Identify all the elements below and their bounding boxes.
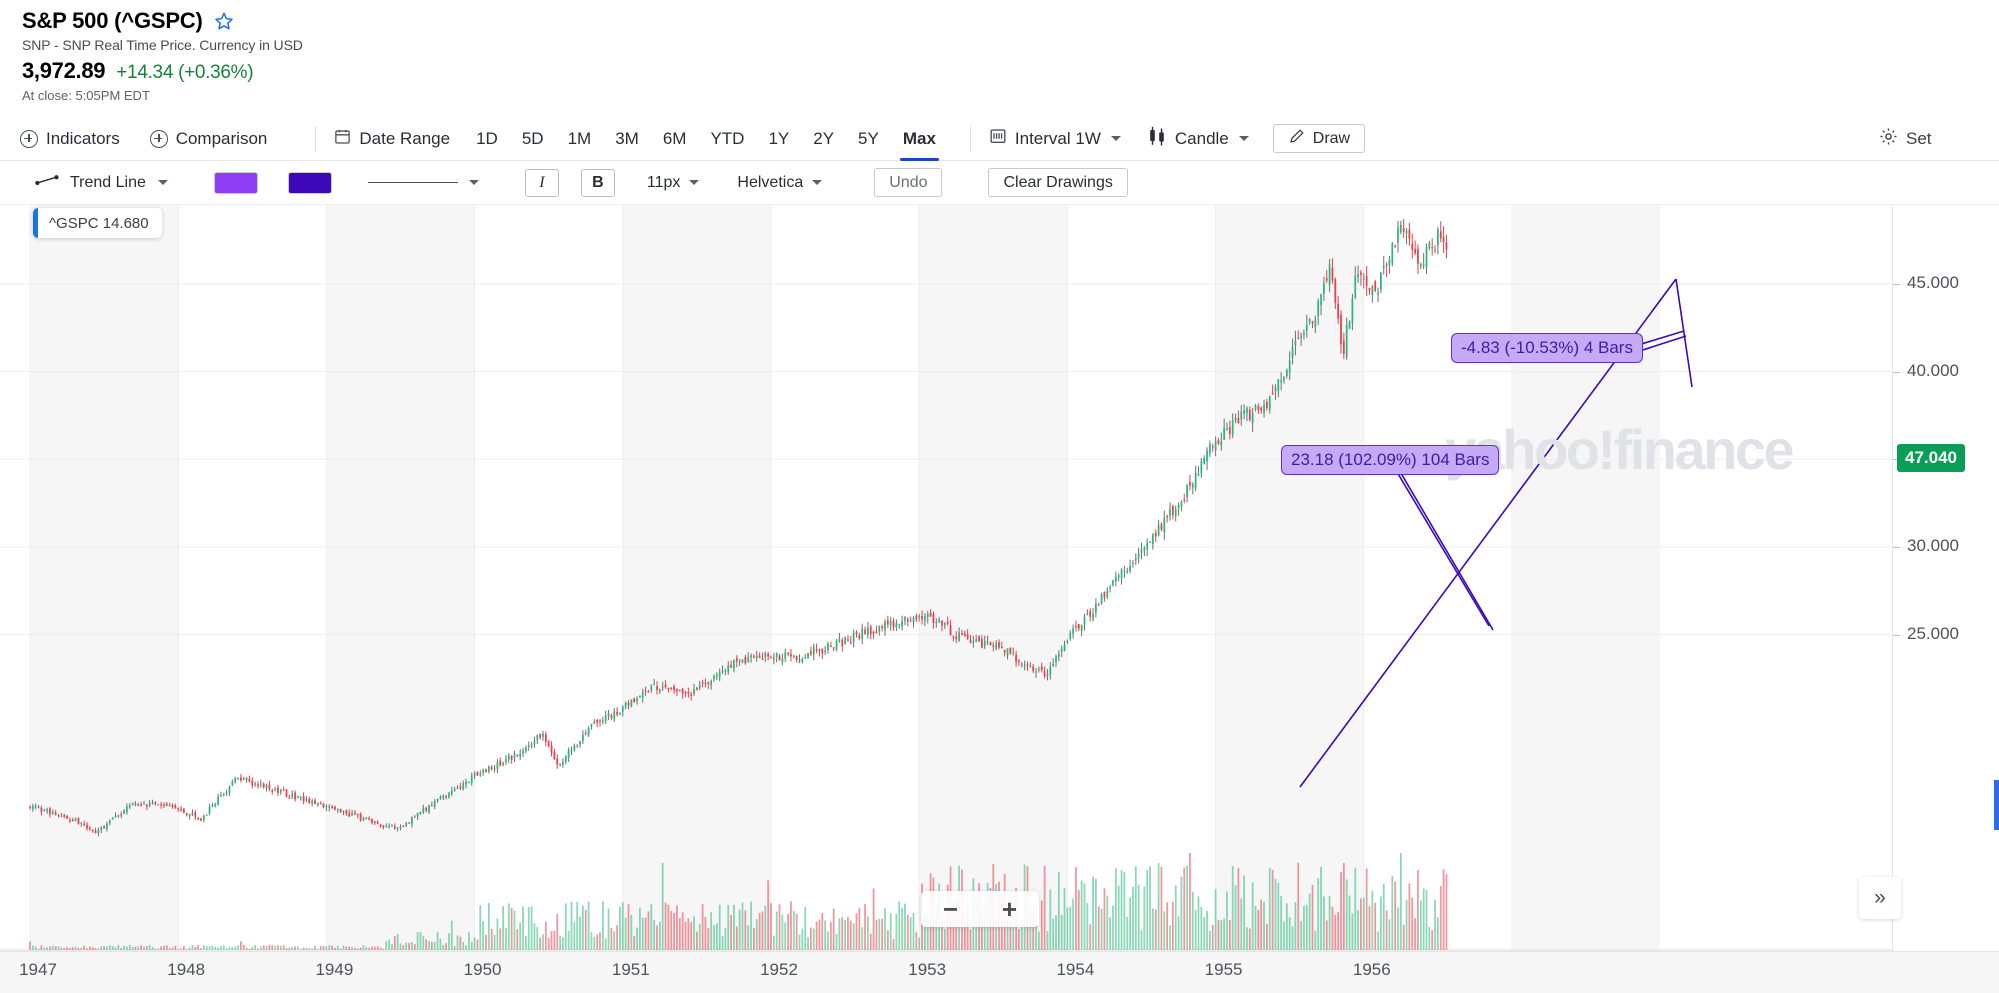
date-tick-label: 1948 (167, 960, 206, 979)
chevron-down-icon (1110, 135, 1121, 141)
chevron-down-icon (157, 179, 168, 185)
chevron-down-icon (812, 179, 823, 185)
comparison-label: Comparison (175, 128, 268, 148)
stroke-color-swatch[interactable] (287, 171, 332, 194)
date-tick-label: 1952 (760, 960, 798, 979)
chart-plot-area[interactable]: yahoo!finance (0, 205, 1999, 951)
price-tick-label: 30.000 (1907, 535, 1959, 555)
font-size-label: 11px (646, 173, 681, 191)
italic-button[interactable]: I (524, 168, 559, 197)
date-tick-label: 1953 (908, 960, 947, 979)
last-price: 3,972.89 (22, 58, 106, 83)
chart-type-label: Candle (1174, 128, 1229, 148)
trend-line-annotation[interactable]: 23.18 (102.09%) 104 Bars (1281, 445, 1500, 475)
legend-symbol: ^GSPC (49, 214, 99, 232)
tool-label: Trend Line (70, 173, 146, 191)
price-tick-mark (1893, 546, 1900, 548)
date-range-label: Date Range (359, 128, 451, 148)
date-tick-label: 1950 (463, 960, 502, 979)
range-6m[interactable]: 6M (660, 117, 690, 161)
quote-header: S&P 500 (^GSPC) SNP - SNP Real Time Pric… (0, 0, 1999, 103)
range-1m[interactable]: 1M (565, 117, 595, 161)
range-5d[interactable]: 5D (519, 117, 547, 161)
interval-selector[interactable]: Interval 1W (989, 117, 1121, 161)
interval-icon (989, 127, 1007, 150)
tool-selector-trend-line[interactable]: Trend Line (34, 173, 168, 192)
zoom-controls: − + (921, 891, 1039, 927)
price-change: +14.34 (+0.36%) (116, 62, 254, 83)
symbol-row: S&P 500 (^GSPC) (22, 8, 1999, 34)
range-1d[interactable]: 1D (473, 117, 501, 161)
draw-label: Draw (1312, 129, 1351, 147)
date-tick-label: 1954 (1056, 960, 1095, 979)
chevron-down-icon (1238, 135, 1249, 141)
date-range-button[interactable]: Date Range (334, 117, 450, 161)
toolbar-divider (315, 125, 317, 152)
fill-color-swatch[interactable] (213, 171, 258, 194)
price-tick-mark (1893, 371, 1900, 373)
range-3m[interactable]: 3M (612, 117, 642, 161)
settings-button[interactable]: Set (1879, 117, 1989, 161)
range-5y[interactable]: 5Y (855, 117, 882, 161)
font-family-selector[interactable]: Helvetica (737, 173, 823, 192)
range-ytd[interactable]: YTD (707, 117, 747, 161)
line-width-selector[interactable] (367, 179, 479, 186)
price-tick-label: 45.000 (1907, 272, 1959, 292)
chart-legend-badge[interactable]: ^GSPC 14.680 (33, 208, 162, 238)
range-max[interactable]: Max (899, 117, 939, 161)
date-tick-label: 1949 (315, 960, 354, 979)
chart-type-selector[interactable]: Candle (1147, 117, 1249, 161)
indicators-label: Indicators (46, 128, 120, 148)
comparison-button[interactable]: Comparison (149, 117, 268, 161)
interval-label: Interval 1W (1014, 128, 1101, 148)
line-width-icon (367, 182, 458, 183)
market-status: At close: 5:05PM EDT (22, 88, 150, 103)
clear-drawings-button[interactable]: Clear Drawings (988, 168, 1128, 197)
range-1y[interactable]: 1Y (765, 117, 792, 161)
font-size-selector[interactable]: 11px (647, 174, 700, 192)
plus-circle-icon (20, 129, 38, 148)
plus-circle-icon (149, 129, 168, 148)
date-tick-label: 1955 (1204, 960, 1243, 979)
zoom-in-button[interactable]: + (1002, 896, 1017, 922)
trend-line-icon (34, 173, 60, 192)
chevron-down-icon (689, 179, 700, 185)
candlestick-chart (0, 205, 1892, 951)
axis-scroll-handle[interactable] (1994, 780, 1999, 830)
price-tick-mark (1893, 634, 1900, 636)
price-row: 3,972.89 +14.34 (+0.36%) (22, 58, 1999, 84)
bold-button[interactable]: B (580, 168, 615, 197)
date-tick-label: 1956 (1352, 960, 1391, 979)
date-tick-label: 1947 (19, 960, 57, 979)
font-family-label: Helvetica (737, 173, 804, 191)
gear-icon (1879, 127, 1898, 151)
exchange-info: SNP - SNP Real Time Price. Currency in U… (22, 37, 303, 53)
price-tick-label: 25.000 (1907, 623, 1959, 643)
trend-line-annotation[interactable]: -4.83 (-10.53%) 4 Bars (1451, 333, 1643, 363)
drawing-toolbar: Trend Line I B 11px Helvetica Undo Clear… (0, 161, 1999, 205)
date-tick-label: 1951 (611, 960, 650, 979)
calendar-icon (334, 128, 351, 150)
indicators-button[interactable]: Indicators (20, 117, 120, 161)
price-tick-mark (1893, 283, 1900, 285)
legend-value: 14.680 (102, 214, 149, 232)
scroll-to-latest-button[interactable]: » (1859, 877, 1901, 919)
settings-label: Set (1906, 129, 1932, 148)
range-2y[interactable]: 2Y (810, 117, 837, 161)
price-tick-label: 40.000 (1907, 360, 1959, 380)
last-price-tag: 47.040 (1897, 444, 1965, 472)
star-icon[interactable] (214, 11, 234, 31)
zoom-out-button[interactable]: − (943, 896, 958, 922)
undo-button[interactable]: Undo (874, 168, 943, 197)
pencil-icon (1288, 128, 1305, 150)
page-title: S&P 500 (^GSPC) (22, 8, 203, 33)
candlestick-icon (1147, 125, 1167, 152)
chevron-down-icon (468, 179, 479, 185)
date-axis[interactable]: 1947 1948 1949 1950 1951 1952 1953 1954 1955 1956 (0, 951, 1999, 993)
draw-button[interactable]: Draw (1272, 124, 1366, 153)
chart-toolbar: Indicators Comparison Date Range 1D 5D 1… (0, 117, 1999, 161)
toolbar-divider (969, 125, 971, 152)
price-axis[interactable]: 45.00040.00035.00030.00025.000 47.040 11… (1892, 205, 1999, 951)
